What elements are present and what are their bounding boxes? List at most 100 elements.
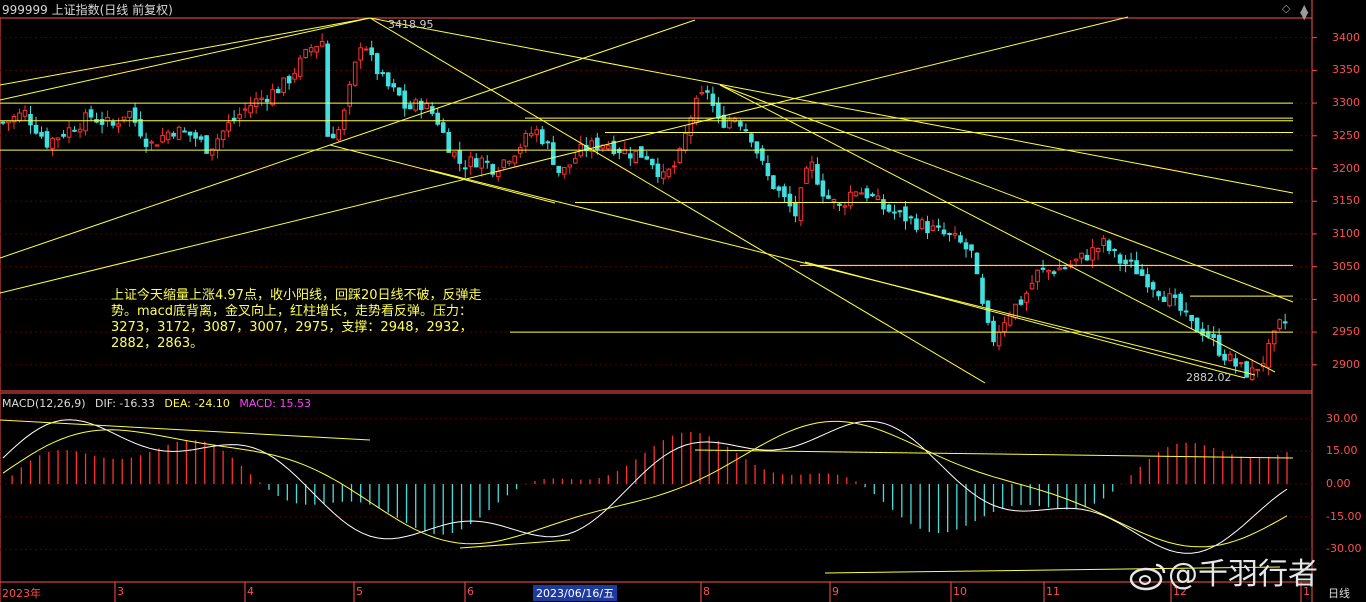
candle-body xyxy=(765,163,771,177)
candle-body xyxy=(187,131,193,136)
diamond-icon[interactable]: ◇ xyxy=(1282,2,1290,15)
month-label: 3 xyxy=(117,585,124,598)
price-tick-label: 3100 xyxy=(1332,226,1360,240)
candle-body xyxy=(556,165,562,173)
high-annotation: 3418.95 xyxy=(388,18,434,31)
candle-body xyxy=(28,114,33,126)
cursor-date: 2023/06/16/五 xyxy=(533,585,618,601)
candle-body xyxy=(297,57,303,77)
macd-tick-label: 15.00 xyxy=(1326,444,1358,458)
candle-body xyxy=(198,136,204,140)
candle-body xyxy=(424,102,430,109)
candle-body xyxy=(650,158,655,166)
candle-body xyxy=(325,43,330,137)
candle-body xyxy=(380,72,385,75)
candle-body xyxy=(1079,252,1084,259)
trend-line xyxy=(0,19,696,259)
price-tick-label: 3050 xyxy=(1332,259,1360,273)
candle-body xyxy=(330,133,336,139)
candle-body xyxy=(539,129,545,145)
candle-body xyxy=(1183,310,1189,313)
price-tick-label: 3200 xyxy=(1332,161,1360,175)
candle-body xyxy=(743,129,749,132)
analysis-note: 上证今天缩量上涨4.97点，收小阳线，回踩20日线不破，反弹走势。macd底背离… xyxy=(111,288,482,351)
price-tick-label: 2900 xyxy=(1332,357,1360,371)
candle-body xyxy=(804,167,809,184)
candle-body xyxy=(1046,269,1051,273)
candle-body xyxy=(1156,291,1161,297)
candle-body xyxy=(606,145,611,150)
candle-body xyxy=(110,121,116,126)
candle-body xyxy=(1062,267,1068,270)
candle-body xyxy=(958,235,963,243)
candle-body xyxy=(655,163,661,178)
month-label: 11 xyxy=(1046,585,1060,598)
month-label: 5 xyxy=(356,585,363,598)
candle-body xyxy=(870,193,875,197)
candle-body xyxy=(1227,353,1233,361)
candle-body xyxy=(220,130,226,141)
candle-body xyxy=(77,128,83,133)
macd-panel-frame xyxy=(0,392,1313,583)
candle-body xyxy=(782,186,787,198)
candle-body xyxy=(512,155,518,164)
candle-body xyxy=(88,109,94,118)
candle-body xyxy=(925,221,930,234)
candle-body xyxy=(1090,247,1095,261)
candle-body xyxy=(952,233,958,236)
candle-body xyxy=(308,47,314,53)
candle-body xyxy=(1216,334,1222,356)
candle-body xyxy=(864,188,870,199)
candle-body xyxy=(534,129,540,135)
candle-body xyxy=(1161,296,1167,303)
candle-body xyxy=(176,126,182,140)
candle-body xyxy=(699,92,705,95)
candle-body xyxy=(985,300,991,323)
candle-body xyxy=(974,252,980,275)
candle-body xyxy=(237,114,242,119)
candle-body xyxy=(897,210,903,213)
candle-body xyxy=(468,156,474,167)
candle-body xyxy=(165,131,171,141)
period-label[interactable]: 日线 xyxy=(1328,585,1350,601)
candle-body xyxy=(831,199,837,202)
candle-body xyxy=(936,225,941,228)
candle-body xyxy=(1101,237,1106,246)
candle-body xyxy=(193,132,198,139)
candle-body xyxy=(154,144,160,147)
candle-body xyxy=(286,76,292,84)
macd-legend: MACD(12,26,9) DIF: -16.33 DEA: -24.10 MA… xyxy=(2,397,317,410)
candle-body xyxy=(314,46,319,53)
candle-body xyxy=(33,124,39,134)
candle-body xyxy=(1139,269,1145,276)
trend-line xyxy=(0,17,371,101)
macd-trend-line xyxy=(0,419,371,441)
candle-body xyxy=(1255,368,1260,372)
candle-body xyxy=(1282,321,1288,324)
candle-body xyxy=(402,90,408,109)
candle-body xyxy=(853,191,859,197)
candle-body xyxy=(1244,361,1249,378)
low-annotation: 2882.02 xyxy=(1186,371,1232,384)
candle-body xyxy=(149,141,154,144)
candle-body xyxy=(771,175,776,189)
candle-body xyxy=(859,192,864,195)
candle-body xyxy=(754,141,760,154)
candle-body xyxy=(281,77,286,94)
candle-body xyxy=(947,232,952,235)
candle-body xyxy=(182,130,187,133)
chart-title: 999999 上证指数(日线 前复权) xyxy=(2,3,173,17)
candle-body xyxy=(1233,358,1238,367)
scroll-down-icon[interactable]: ▼ xyxy=(1300,9,1308,22)
candle-body xyxy=(716,102,721,119)
candle-body xyxy=(259,97,264,100)
macd-value: MACD: 15.53 xyxy=(239,397,311,410)
candle-body xyxy=(1178,293,1183,311)
candle-body xyxy=(892,211,897,214)
candle-body xyxy=(0,121,6,124)
candle-body xyxy=(903,206,908,222)
candle-body xyxy=(17,112,22,121)
candle-body xyxy=(1029,282,1035,290)
candle-body xyxy=(980,277,985,304)
candle-body xyxy=(435,112,441,125)
